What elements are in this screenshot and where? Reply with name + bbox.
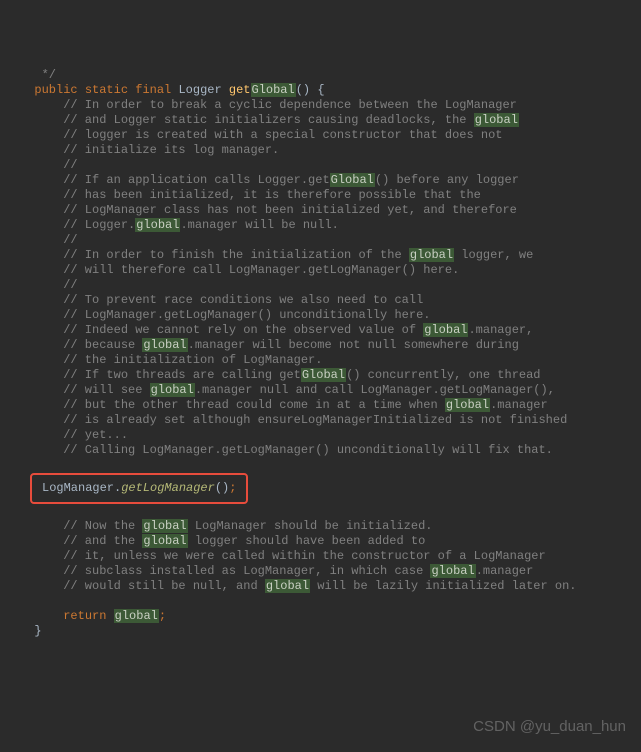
comment-line: .manager null and call LogManager.getLog… xyxy=(195,383,555,397)
highlighted-statement-box: LogManager.getLogManager(); xyxy=(30,473,248,504)
highlight-global: global xyxy=(445,398,490,412)
watermark-text: CSDN @yu_duan_hun xyxy=(473,718,626,737)
comment-line: // xyxy=(20,233,78,247)
comment-line: // has been initialized, it is therefore… xyxy=(20,188,481,202)
comment-line: // initialize its log manager. xyxy=(20,143,279,157)
comment-line: // and Logger static initializers causin… xyxy=(20,113,474,127)
highlight-global: global xyxy=(474,113,519,127)
highlight-global: global xyxy=(114,609,159,623)
highlight-global: global xyxy=(265,579,310,593)
semicolon: ; xyxy=(159,609,166,623)
comment-line: // Logger. xyxy=(20,218,135,232)
class-ref: LogManager. xyxy=(42,481,121,495)
parens: () xyxy=(215,481,229,495)
comment-line: // because xyxy=(20,338,142,352)
comment-line: // yet... xyxy=(20,428,128,442)
comment-line: // If two threads are calling get xyxy=(20,368,301,382)
comment-line: // but the other thread could come in at… xyxy=(20,398,445,412)
comment-line: // and the xyxy=(20,534,142,548)
highlight-global: global xyxy=(142,534,187,548)
brace-open: { xyxy=(310,83,324,97)
method-call: getLogManager xyxy=(121,481,215,495)
comment-line: // If an application calls Logger.get xyxy=(20,173,330,187)
keyword-public: public xyxy=(34,83,77,97)
method-name: get xyxy=(229,83,251,97)
comment-line: // logger is created with a special cons… xyxy=(20,128,502,142)
highlight-global: global xyxy=(135,218,180,232)
comment-line: // is already set although ensureLogMana… xyxy=(20,413,567,427)
comment-line: .manager xyxy=(476,564,534,578)
comment-line: .manager, xyxy=(468,323,533,337)
highlight-global: Global xyxy=(301,368,346,382)
comment-line: () concurrently, one thread xyxy=(346,368,540,382)
brace-close: } xyxy=(20,624,42,638)
comment-line: // Now the xyxy=(20,519,142,533)
comment-line: .manager will become not null somewhere … xyxy=(188,338,519,352)
comment-line: // Calling LogManager.getLogManager() un… xyxy=(20,443,553,457)
comment-line: LogManager should be initialized. xyxy=(188,519,433,533)
comment-line: // will therefore call LogManager.getLog… xyxy=(20,263,459,277)
comment-line: // will see xyxy=(20,383,150,397)
comment-line: .manager will be null. xyxy=(180,218,338,232)
semicolon: ; xyxy=(229,481,236,495)
comment-line: // would still be null, and xyxy=(20,579,265,593)
comment-line: // subclass installed as LogManager, in … xyxy=(20,564,430,578)
keyword-static: static xyxy=(85,83,128,97)
comment-line: () before any logger xyxy=(375,173,519,187)
highlight-global: global xyxy=(142,519,187,533)
highlight-global: global xyxy=(142,338,187,352)
highlight-global: Global xyxy=(251,83,296,97)
code-block: */ public static final Logger getGlobal(… xyxy=(20,68,641,639)
highlight-global: global xyxy=(430,564,475,578)
comment-line: logger should have been added to xyxy=(188,534,426,548)
highlight-global: Global xyxy=(330,173,375,187)
highlight-global: global xyxy=(150,383,195,397)
comment-line: // In order to break a cyclic dependence… xyxy=(20,98,517,112)
comment-line: will be lazily initialized later on. xyxy=(310,579,576,593)
highlight-global: global xyxy=(409,248,454,262)
comment-line: // LogManager class has not been initial… xyxy=(20,203,517,217)
return-type: Logger xyxy=(178,83,221,97)
block-comment-close: */ xyxy=(20,68,56,82)
keyword-final: final xyxy=(135,83,171,97)
comment-line: .manager xyxy=(490,398,548,412)
comment-line: // In order to finish the initialization… xyxy=(20,248,409,262)
keyword-return: return xyxy=(63,609,106,623)
comment-line: logger, we xyxy=(454,248,533,262)
comment-line: // To prevent race conditions we also ne… xyxy=(20,293,423,307)
comment-line: // Indeed we cannot rely on the observed… xyxy=(20,323,423,337)
comment-line: // the initialization of LogManager. xyxy=(20,353,322,367)
comment-line: // LogManager.getLogManager() unconditio… xyxy=(20,308,430,322)
highlight-global: global xyxy=(423,323,468,337)
comment-line: // xyxy=(20,278,78,292)
comment-line: // xyxy=(20,158,78,172)
parens: () xyxy=(296,83,310,97)
